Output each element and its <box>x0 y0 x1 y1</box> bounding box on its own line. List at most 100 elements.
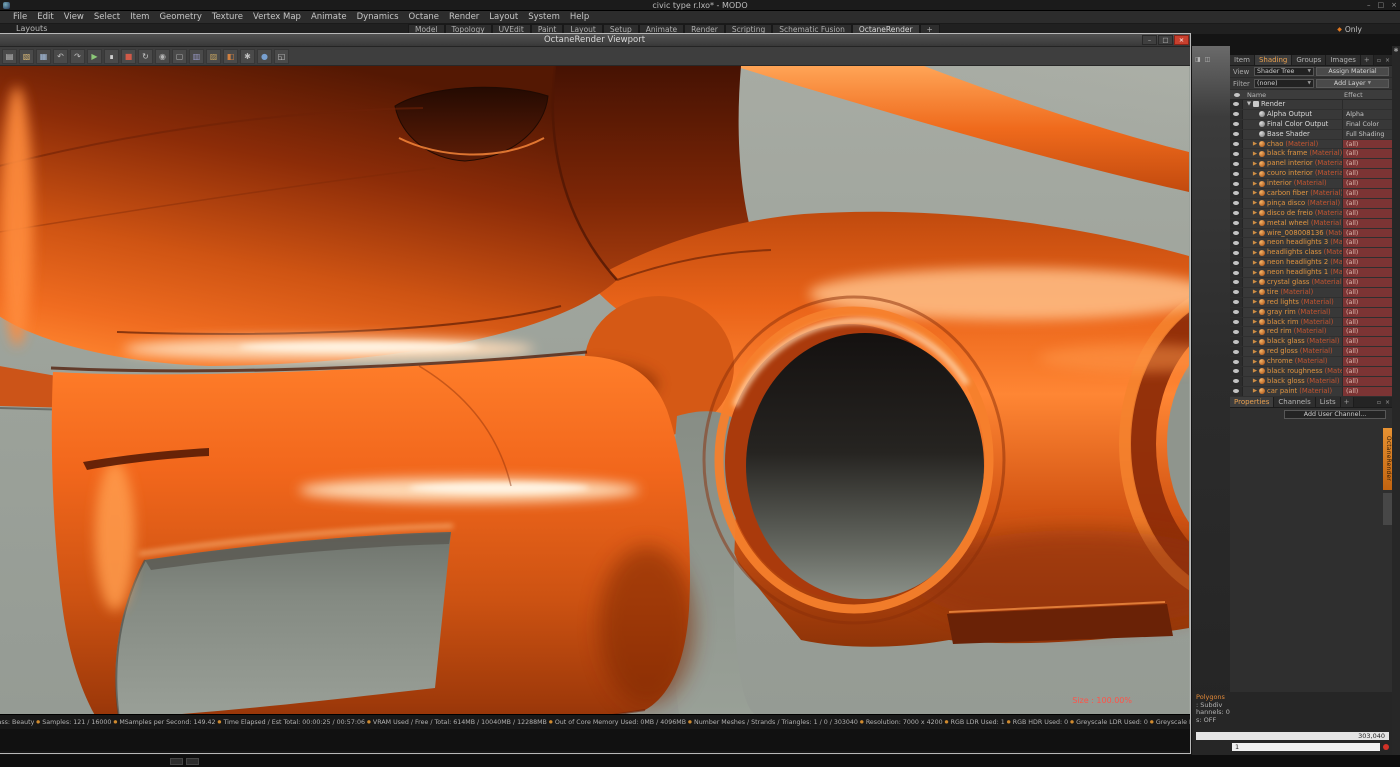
expand-arrow-icon[interactable]: ▶ <box>1251 270 1259 276</box>
item-count-field[interactable]: 1 <box>1232 743 1380 751</box>
expand-arrow-icon[interactable]: ▶ <box>1251 279 1259 285</box>
visibility-toggle[interactable] <box>1230 357 1243 366</box>
visibility-toggle[interactable] <box>1230 199 1243 208</box>
effect-cell[interactable]: (all) <box>1342 140 1392 149</box>
visibility-toggle[interactable] <box>1230 140 1243 149</box>
viewport-minimize-button[interactable]: – <box>1142 35 1157 45</box>
expand-arrow-icon[interactable]: ▶ <box>1251 388 1259 394</box>
shader-row-chrome[interactable]: ▶chrome(Material)(all) <box>1230 357 1392 367</box>
shader-row-neon-headlights-3[interactable]: ▶neon headlights 3(Material)(all) <box>1230 238 1392 248</box>
taskbar-item[interactable] <box>170 758 183 765</box>
menu-item-animate[interactable]: Animate <box>306 11 352 24</box>
shader-row-base-shader[interactable]: Base ShaderFull Shading <box>1230 130 1392 140</box>
visibility-toggle[interactable] <box>1230 367 1243 376</box>
shader-row-wire-008008136[interactable]: ▶wire_008008136(Material)(all) <box>1230 229 1392 239</box>
shader-row-black-rim[interactable]: ▶black rim(Material)(all) <box>1230 318 1392 328</box>
folder-open-icon[interactable]: ▧ <box>19 49 34 64</box>
shader-row-headlights-class[interactable]: ▶headlights class(Material)(all) <box>1230 248 1392 258</box>
tab-images[interactable]: Images <box>1326 55 1361 65</box>
expand-arrow-icon[interactable]: ▶ <box>1251 378 1259 384</box>
menu-item-dynamics[interactable]: Dynamics <box>352 11 404 24</box>
effect-cell[interactable]: (all) <box>1342 278 1392 287</box>
panel-thumb-icon[interactable]: ▫ <box>1375 55 1383 65</box>
assign-material-button[interactable]: Assign Material <box>1316 67 1389 76</box>
visibility-toggle[interactable] <box>1230 248 1243 257</box>
shader-row-pin-a-disco[interactable]: ▶pinça disco(Material)(all) <box>1230 199 1392 209</box>
effect-cell[interactable]: (all) <box>1342 209 1392 218</box>
expand-arrow-icon[interactable]: ▶ <box>1251 368 1259 374</box>
tab-properties[interactable]: Properties <box>1230 397 1274 407</box>
viewport-close-button[interactable]: × <box>1174 35 1189 45</box>
tab-item[interactable]: Item <box>1230 55 1255 65</box>
taskbar-item[interactable] <box>186 758 199 765</box>
panel-close-icon[interactable]: × <box>1383 55 1392 65</box>
menu-item-octane[interactable]: Octane <box>404 11 445 24</box>
expand-arrow-icon[interactable]: ▶ <box>1251 210 1259 216</box>
effect-cell[interactable]: (all) <box>1342 149 1392 158</box>
expand-arrow-icon[interactable]: ▶ <box>1251 250 1259 256</box>
tab-channels[interactable]: Channels <box>1274 397 1315 407</box>
visibility-toggle[interactable] <box>1230 209 1243 218</box>
effect-cell[interactable]: (all) <box>1342 377 1392 386</box>
shader-row-red-rim[interactable]: ▶red rim(Material)(all) <box>1230 327 1392 337</box>
settings-icon[interactable]: ✱ <box>240 49 255 64</box>
effect-cell[interactable]: (all) <box>1342 229 1392 238</box>
visibility-toggle[interactable] <box>1230 179 1243 188</box>
only-toggle[interactable]: ◆ Only <box>1337 24 1362 34</box>
menu-item-view[interactable]: View <box>59 11 89 24</box>
panel-thumb-icon[interactable]: ▫ <box>1375 397 1383 407</box>
menu-item-system[interactable]: System <box>523 11 565 24</box>
menu-item-select[interactable]: Select <box>89 11 125 24</box>
render-pause-icon[interactable]: ∎ <box>104 49 119 64</box>
shader-row-couro-interior[interactable]: ▶couro interior(Material)(all) <box>1230 169 1392 179</box>
effect-cell[interactable]: (all) <box>1342 159 1392 168</box>
info-icon[interactable]: ● <box>257 49 272 64</box>
visibility-toggle[interactable] <box>1230 327 1243 336</box>
expand-arrow-icon[interactable]: ▶ <box>1251 230 1259 236</box>
expand-arrow-icon[interactable]: ▶ <box>1251 200 1259 206</box>
visibility-toggle[interactable] <box>1230 278 1243 287</box>
expand-arrow-icon[interactable]: ▶ <box>1251 309 1259 315</box>
expand-arrow-icon[interactable]: ▶ <box>1251 319 1259 325</box>
visibility-toggle[interactable] <box>1230 387 1243 396</box>
menu-item-layout[interactable]: Layout <box>484 11 523 24</box>
visibility-toggle[interactable] <box>1230 377 1243 386</box>
fullscreen-icon[interactable]: ◱ <box>274 49 289 64</box>
tab-lists[interactable]: Lists <box>1316 397 1341 407</box>
save-icon[interactable]: ▦ <box>36 49 51 64</box>
shader-row-red-gloss[interactable]: ▶red gloss(Material)(all) <box>1230 347 1392 357</box>
app-maximize-button[interactable]: □ <box>1378 0 1385 11</box>
shader-row-neon-headlights-1[interactable]: ▶neon headlights 1(Material)(all) <box>1230 268 1392 278</box>
visibility-toggle[interactable] <box>1230 149 1243 158</box>
collapsed-panel-strip[interactable]: ◨◫ <box>1192 46 1230 755</box>
shader-row-gray-rim[interactable]: ▶gray rim(Material)(all) <box>1230 308 1392 318</box>
car-render[interactable] <box>0 66 1189 714</box>
shader-row-black-gloss[interactable]: ▶black gloss(Material)(all) <box>1230 377 1392 387</box>
visibility-toggle[interactable] <box>1230 318 1243 327</box>
effect-cell[interactable]: Full Shading <box>1342 130 1392 139</box>
refresh-icon[interactable]: ↻ <box>138 49 153 64</box>
menu-item-vertex-map[interactable]: Vertex Map <box>248 11 306 24</box>
effect-cell[interactable]: (all) <box>1342 367 1392 376</box>
visibility-toggle[interactable] <box>1230 258 1243 267</box>
effect-cell[interactable]: Final Color <box>1342 120 1392 129</box>
shader-row-crystal-glass[interactable]: ▶crystal glass(Material)(all) <box>1230 278 1392 288</box>
visibility-toggle[interactable] <box>1230 169 1243 178</box>
shader-row-panel-interior[interactable]: ▶panel interior(Material)(all) <box>1230 159 1392 169</box>
effect-cell[interactable]: (all) <box>1342 387 1392 396</box>
octane-render-side-tab[interactable]: OctaneRender <box>1383 428 1392 490</box>
expand-arrow-icon[interactable]: ▶ <box>1251 299 1259 305</box>
expand-arrow-icon[interactable]: ▶ <box>1251 349 1259 355</box>
menu-item-texture[interactable]: Texture <box>207 11 248 24</box>
visibility-toggle[interactable] <box>1230 268 1243 277</box>
shader-row-render[interactable]: ▼Render <box>1230 100 1392 110</box>
effect-cell[interactable]: (all) <box>1342 268 1392 277</box>
viewport-title-bar[interactable]: OctaneRender Viewport – □ × <box>0 34 1190 47</box>
expand-arrow-icon[interactable]: ▶ <box>1251 359 1259 365</box>
visibility-toggle[interactable] <box>1230 120 1243 129</box>
view-dropdown[interactable]: Shader Tree▼ <box>1254 67 1314 76</box>
menu-item-render[interactable]: Render <box>444 11 484 24</box>
app-minimize-button[interactable]: – <box>1367 0 1371 11</box>
expand-arrow-icon[interactable]: ▶ <box>1251 161 1259 167</box>
viewport-maximize-button[interactable]: □ <box>1158 35 1173 45</box>
